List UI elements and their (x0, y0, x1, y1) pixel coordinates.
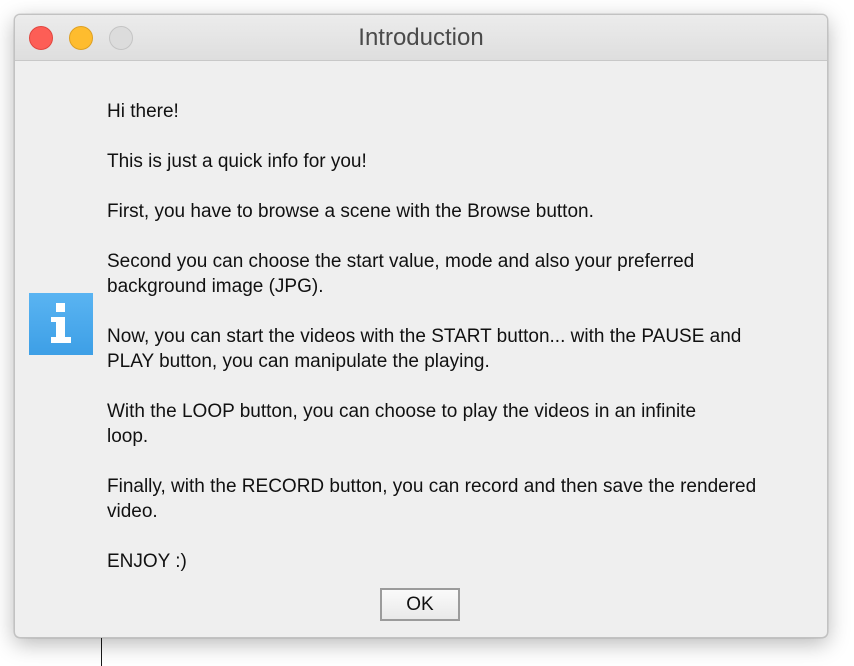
window-title: Introduction (358, 24, 484, 51)
message-paragraph-greeting: Hi there! (107, 101, 179, 122)
message-paragraph-browse: First, you have to browse a scene with t… (107, 201, 594, 222)
message-paragraph-intro: This is just a quick info for you! (107, 151, 367, 172)
title-bar[interactable]: Introduction (15, 15, 827, 61)
ok-button[interactable]: OK (380, 588, 460, 621)
message-text: Hi there! This is just a quick info for … (107, 99, 807, 599)
info-icon (29, 293, 93, 355)
message-paragraph-loop: With the LOOP button, you can choose to … (107, 401, 697, 447)
message-paragraph-enjoy: ENJOY :) (107, 551, 187, 572)
message-paragraph-options: Second you can choose the start value, m… (107, 251, 695, 297)
introduction-dialog: Introduction Hi there! This is just a qu… (14, 14, 828, 638)
message-paragraph-start: Now, you can start the videos with the S… (107, 326, 742, 372)
message-paragraph-record: Finally, with the RECORD button, you can… (107, 476, 757, 522)
